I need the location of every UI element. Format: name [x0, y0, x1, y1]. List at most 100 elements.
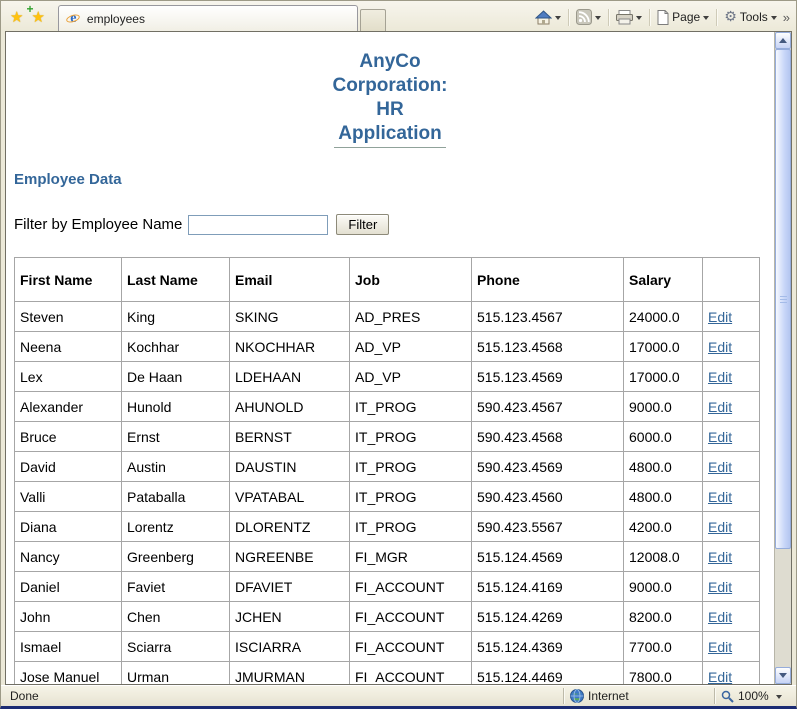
- edit-link[interactable]: Edit: [708, 309, 732, 325]
- cell-salary: 17000.0: [624, 362, 703, 392]
- cell-last: Lorentz: [122, 512, 230, 542]
- home-dropdown-caret: [555, 16, 561, 20]
- page-title-line: Application: [14, 122, 766, 148]
- toolbar-separator: [716, 9, 717, 26]
- employee-table-body: StevenKingSKINGAD_PRES515.123.456724000.…: [15, 302, 760, 685]
- zoom-dropdown-caret: [776, 695, 782, 699]
- cell-salary: 12008.0: [624, 542, 703, 572]
- cell-last: Austin: [122, 452, 230, 482]
- edit-link[interactable]: Edit: [708, 549, 732, 565]
- tools-menu-button[interactable]: ⚙ Tools: [721, 9, 780, 25]
- cell-first: Valli: [15, 482, 122, 512]
- globe-icon: [570, 689, 584, 703]
- cell-salary: 7700.0: [624, 632, 703, 662]
- table-row: Jose ManuelUrmanJMURMANFI_ACCOUNT515.124…: [15, 662, 760, 685]
- new-tab-button[interactable]: [360, 9, 386, 31]
- cell-edit: Edit: [703, 542, 760, 572]
- cell-edit: Edit: [703, 362, 760, 392]
- cell-last: Greenberg: [122, 542, 230, 572]
- cell-salary: 4800.0: [624, 452, 703, 482]
- scrollbar-track[interactable]: [775, 49, 791, 667]
- toolbar-separator: [649, 9, 650, 26]
- cell-edit: Edit: [703, 572, 760, 602]
- favorites-center-button[interactable]: ★: [7, 9, 26, 26]
- table-row: DanielFavietDFAVIETFI_ACCOUNT515.124.416…: [15, 572, 760, 602]
- table-row: DianaLorentzDLORENTZIT_PROG590.423.55674…: [15, 512, 760, 542]
- cell-email: ISCIARRA: [230, 632, 350, 662]
- print-dropdown-caret: [636, 16, 642, 20]
- add-favorite-button[interactable]: ★ +: [28, 9, 47, 26]
- print-button[interactable]: [613, 9, 645, 26]
- edit-link[interactable]: Edit: [708, 579, 732, 595]
- feeds-button[interactable]: [573, 8, 604, 26]
- status-text: Done: [10, 689, 39, 703]
- cell-phone: 515.123.4567: [472, 302, 624, 332]
- cell-salary: 4800.0: [624, 482, 703, 512]
- cell-job: FI_ACCOUNT: [350, 632, 472, 662]
- cell-last: De Haan: [122, 362, 230, 392]
- cell-phone: 515.124.4369: [472, 632, 624, 662]
- edit-link[interactable]: Edit: [708, 399, 732, 415]
- browser-toolbar: ★ ★ + e employees: [1, 1, 796, 31]
- edit-link[interactable]: Edit: [708, 609, 732, 625]
- scroll-down-arrow-icon: [779, 673, 787, 682]
- cell-email: BERNST: [230, 422, 350, 452]
- toolbar-overflow-chevron[interactable]: »: [781, 10, 792, 25]
- cell-email: DLORENTZ: [230, 512, 350, 542]
- cell-last: Ernst: [122, 422, 230, 452]
- home-button[interactable]: [532, 9, 564, 26]
- page-menu-button[interactable]: Page: [654, 9, 712, 26]
- cell-edit: Edit: [703, 302, 760, 332]
- cell-first: John: [15, 602, 122, 632]
- tab-employees[interactable]: e employees: [58, 5, 358, 31]
- status-bar: Done Internet 100%: [1, 685, 796, 706]
- cell-salary: 8200.0: [624, 602, 703, 632]
- tools-dropdown-caret: [771, 16, 777, 20]
- column-header: [703, 258, 760, 302]
- edit-link[interactable]: Edit: [708, 519, 732, 535]
- table-row: LexDe HaanLDEHAANAD_VP515.123.456917000.…: [15, 362, 760, 392]
- table-row: NeenaKochharNKOCHHARAD_VP515.123.4568170…: [15, 332, 760, 362]
- cell-email: AHUNOLD: [230, 392, 350, 422]
- filter-input[interactable]: [188, 215, 328, 235]
- edit-link[interactable]: Edit: [708, 369, 732, 385]
- cell-phone: 590.423.4569: [472, 452, 624, 482]
- cell-email: JCHEN: [230, 602, 350, 632]
- scroll-up-button[interactable]: [775, 32, 791, 49]
- zoom-level: 100%: [738, 689, 769, 703]
- cell-first: David: [15, 452, 122, 482]
- cell-email: SKING: [230, 302, 350, 332]
- edit-link[interactable]: Edit: [708, 339, 732, 355]
- edit-link[interactable]: Edit: [708, 489, 732, 505]
- cell-job: FI_ACCOUNT: [350, 572, 472, 602]
- cell-job: AD_PRES: [350, 302, 472, 332]
- cell-email: DFAVIET: [230, 572, 350, 602]
- scroll-down-button[interactable]: [775, 667, 791, 684]
- cell-last: Pataballa: [122, 482, 230, 512]
- filter-button[interactable]: Filter: [336, 214, 389, 235]
- edit-link[interactable]: Edit: [708, 639, 732, 655]
- cell-phone: 515.123.4568: [472, 332, 624, 362]
- cell-edit: Edit: [703, 602, 760, 632]
- cell-last: King: [122, 302, 230, 332]
- tools-menu-label: Tools: [740, 10, 768, 24]
- scrollbar-thumb[interactable]: [775, 49, 791, 549]
- cell-job: FI_ACCOUNT: [350, 602, 472, 632]
- cell-job: IT_PROG: [350, 422, 472, 452]
- edit-link[interactable]: Edit: [708, 429, 732, 445]
- edit-link[interactable]: Edit: [708, 669, 732, 685]
- cell-job: IT_PROG: [350, 512, 472, 542]
- vertical-scrollbar[interactable]: [774, 32, 791, 684]
- command-bar: Page ⚙ Tools »: [532, 8, 792, 26]
- table-row: IsmaelSciarraISCIARRAFI_ACCOUNT515.124.4…: [15, 632, 760, 662]
- cell-first: Ismael: [15, 632, 122, 662]
- edit-link[interactable]: Edit: [708, 459, 732, 475]
- column-header: Email: [230, 258, 350, 302]
- cell-job: FI_MGR: [350, 542, 472, 572]
- page-title-line: HR: [14, 98, 766, 122]
- cell-last: Kochhar: [122, 332, 230, 362]
- toolbar-separator: [568, 9, 569, 26]
- cell-email: VPATABAL: [230, 482, 350, 512]
- column-header: Phone: [472, 258, 624, 302]
- zoom-button[interactable]: 100%: [715, 688, 793, 705]
